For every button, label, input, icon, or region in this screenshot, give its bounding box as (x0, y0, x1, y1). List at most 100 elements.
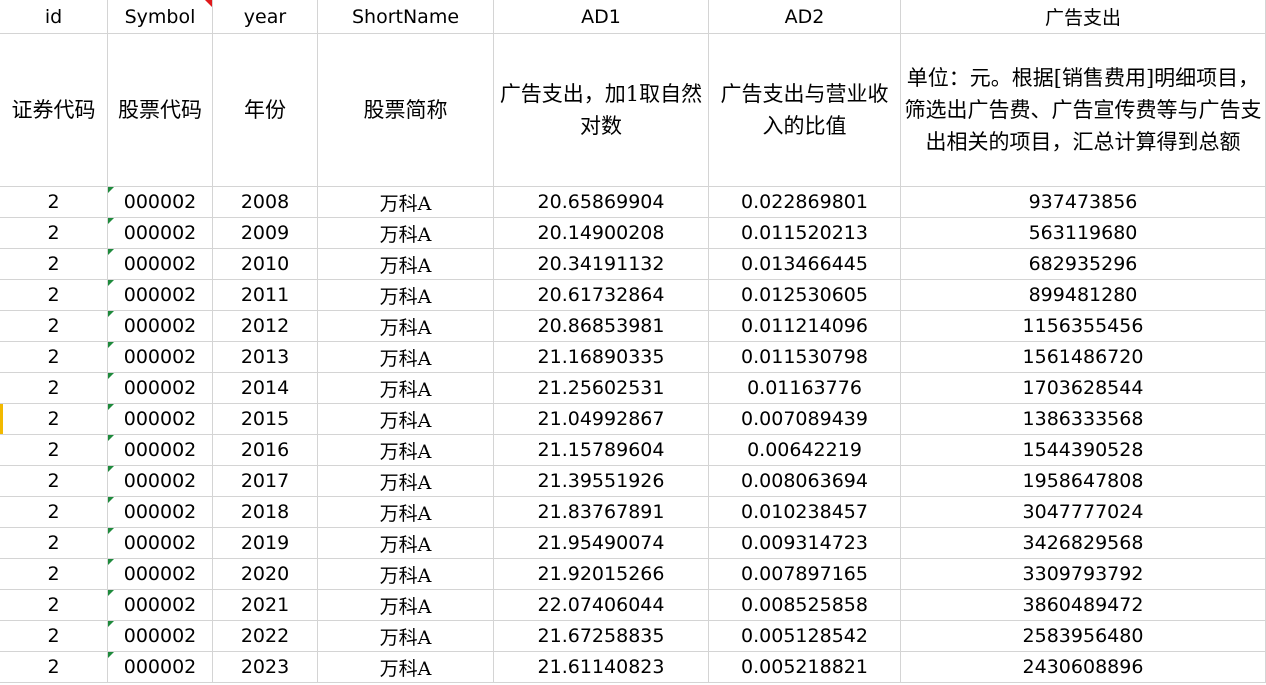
cell-ad-expense[interactable]: 1544390528 (901, 435, 1266, 466)
desc-cell-ad1[interactable]: 广告支出，加1取自然对数 (494, 34, 709, 187)
cell-shortname[interactable]: 万科A (318, 621, 494, 652)
cell-symbol[interactable]: 000002 (108, 621, 213, 652)
cell-ad-expense[interactable]: 3426829568 (901, 528, 1266, 559)
desc-cell-year[interactable]: 年份 (213, 34, 318, 187)
cell-id[interactable]: 2 (0, 652, 108, 683)
cell-id[interactable]: 2 (0, 497, 108, 528)
cell-ad2[interactable]: 0.01163776 (709, 373, 901, 404)
cell-ad-expense[interactable]: 563119680 (901, 218, 1266, 249)
cell-ad-expense[interactable]: 682935296 (901, 249, 1266, 280)
cell-ad2[interactable]: 0.022869801 (709, 187, 901, 218)
cell-ad2[interactable]: 0.005128542 (709, 621, 901, 652)
cell-ad1[interactable]: 21.67258835 (494, 621, 709, 652)
cell-ad1[interactable]: 20.14900208 (494, 218, 709, 249)
cell-ad-expense[interactable]: 2583956480 (901, 621, 1266, 652)
cell-ad2[interactable]: 0.011530798 (709, 342, 901, 373)
header-cell-ad1[interactable]: AD1 (494, 0, 709, 34)
cell-id[interactable]: 2 (0, 373, 108, 404)
cell-id[interactable]: 2 (0, 280, 108, 311)
header-cell-symbol[interactable]: Symbol (108, 0, 213, 34)
cell-ad1[interactable]: 20.34191132 (494, 249, 709, 280)
cell-ad1[interactable]: 20.65869904 (494, 187, 709, 218)
cell-ad2[interactable]: 0.013466445 (709, 249, 901, 280)
cell-symbol[interactable]: 000002 (108, 187, 213, 218)
cell-id[interactable]: 2 (0, 528, 108, 559)
cell-year[interactable]: 2019 (213, 528, 318, 559)
cell-year[interactable]: 2015 (213, 404, 318, 435)
cell-shortname[interactable]: 万科A (318, 311, 494, 342)
cell-id[interactable]: 2 (0, 311, 108, 342)
cell-year[interactable]: 2013 (213, 342, 318, 373)
cell-ad2[interactable]: 0.005218821 (709, 652, 901, 683)
cell-shortname[interactable]: 万科A (318, 373, 494, 404)
cell-ad2[interactable]: 0.009314723 (709, 528, 901, 559)
cell-ad-expense[interactable]: 1561486720 (901, 342, 1266, 373)
cell-ad2[interactable]: 0.008525858 (709, 590, 901, 621)
cell-year[interactable]: 2009 (213, 218, 318, 249)
cell-shortname[interactable]: 万科A (318, 280, 494, 311)
cell-ad-expense[interactable]: 2430608896 (901, 652, 1266, 683)
cell-ad1[interactable]: 21.95490074 (494, 528, 709, 559)
cell-ad-expense[interactable]: 1958647808 (901, 466, 1266, 497)
cell-shortname[interactable]: 万科A (318, 342, 494, 373)
cell-ad-expense[interactable]: 1386333568 (901, 404, 1266, 435)
cell-symbol[interactable]: 000002 (108, 652, 213, 683)
cell-ad2[interactable]: 0.00642219 (709, 435, 901, 466)
cell-ad-expense[interactable]: 3047777024 (901, 497, 1266, 528)
header-cell-ad2[interactable]: AD2 (709, 0, 901, 34)
cell-ad2[interactable]: 0.010238457 (709, 497, 901, 528)
cell-symbol[interactable]: 000002 (108, 404, 213, 435)
cell-ad-expense[interactable]: 1156355456 (901, 311, 1266, 342)
cell-year[interactable]: 2011 (213, 280, 318, 311)
cell-year[interactable]: 2021 (213, 590, 318, 621)
cell-ad-expense[interactable]: 3860489472 (901, 590, 1266, 621)
cell-id[interactable]: 2 (0, 590, 108, 621)
cell-ad-expense[interactable]: 3309793792 (901, 559, 1266, 590)
cell-shortname[interactable]: 万科A (318, 559, 494, 590)
desc-cell-shortname[interactable]: 股票简称 (318, 34, 494, 187)
cell-id[interactable]: 2 (0, 342, 108, 373)
cell-year[interactable]: 2018 (213, 497, 318, 528)
cell-id[interactable]: 2 (0, 435, 108, 466)
cell-ad1[interactable]: 21.16890335 (494, 342, 709, 373)
cell-year[interactable]: 2008 (213, 187, 318, 218)
cell-id[interactable]: 2 (0, 621, 108, 652)
cell-year[interactable]: 2017 (213, 466, 318, 497)
cell-ad2[interactable]: 0.008063694 (709, 466, 901, 497)
desc-cell-ad2[interactable]: 广告支出与营业收入的比值 (709, 34, 901, 187)
spreadsheet-grid[interactable]: id Symbol year ShortName AD1 AD2 广告支出 证券… (0, 0, 1266, 685)
cell-id[interactable]: 2 (0, 559, 108, 590)
header-cell-year[interactable]: year (213, 0, 318, 34)
cell-shortname[interactable]: 万科A (318, 404, 494, 435)
cell-ad1[interactable]: 21.61140823 (494, 652, 709, 683)
cell-year[interactable]: 2012 (213, 311, 318, 342)
cell-symbol[interactable]: 000002 (108, 466, 213, 497)
cell-ad1[interactable]: 20.86853981 (494, 311, 709, 342)
cell-symbol[interactable]: 000002 (108, 559, 213, 590)
cell-ad-expense[interactable]: 1703628544 (901, 373, 1266, 404)
cell-year[interactable]: 2022 (213, 621, 318, 652)
cell-shortname[interactable]: 万科A (318, 528, 494, 559)
cell-ad-expense[interactable]: 899481280 (901, 280, 1266, 311)
cell-id[interactable]: 2 (0, 466, 108, 497)
cell-id[interactable]: 2 (0, 249, 108, 280)
cell-ad1[interactable]: 21.39551926 (494, 466, 709, 497)
cell-symbol[interactable]: 000002 (108, 590, 213, 621)
cell-symbol[interactable]: 000002 (108, 373, 213, 404)
cell-ad2[interactable]: 0.007089439 (709, 404, 901, 435)
cell-year[interactable]: 2020 (213, 559, 318, 590)
cell-symbol[interactable]: 000002 (108, 249, 213, 280)
cell-id[interactable]: 2 (0, 404, 108, 435)
cell-symbol[interactable]: 000002 (108, 280, 213, 311)
cell-ad1[interactable]: 20.61732864 (494, 280, 709, 311)
header-cell-ad-expense[interactable]: 广告支出 (901, 0, 1266, 34)
desc-cell-id[interactable]: 证券代码 (0, 34, 108, 187)
cell-shortname[interactable]: 万科A (318, 466, 494, 497)
cell-shortname[interactable]: 万科A (318, 218, 494, 249)
cell-shortname[interactable]: 万科A (318, 435, 494, 466)
cell-symbol[interactable]: 000002 (108, 218, 213, 249)
cell-ad1[interactable]: 21.83767891 (494, 497, 709, 528)
cell-symbol[interactable]: 000002 (108, 528, 213, 559)
cell-year[interactable]: 2014 (213, 373, 318, 404)
cell-symbol[interactable]: 000002 (108, 435, 213, 466)
